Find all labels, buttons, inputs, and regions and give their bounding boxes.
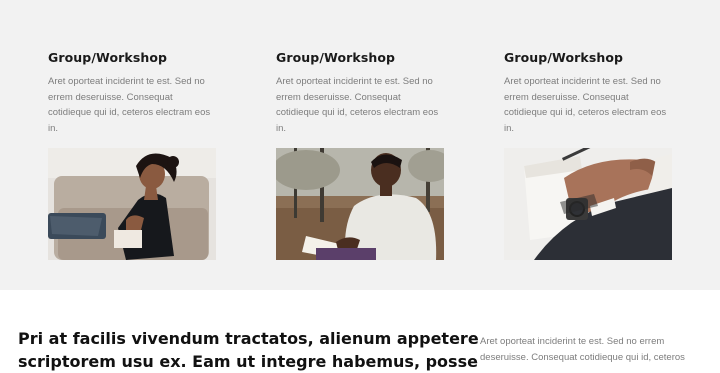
- intro-headline: Pri at facilis vivendum tractatos, alien…: [18, 327, 479, 373]
- woman-reading-on-couch-photo: [48, 148, 216, 260]
- hand-with-wristwatch-image[interactable]: [504, 148, 672, 260]
- service-card: Group/Workshop Aret oporteat inciderint …: [48, 50, 216, 260]
- card-title: Group/Workshop: [504, 50, 624, 65]
- card-title: Group/Workshop: [48, 50, 168, 65]
- intro-side-text-line: Aret oporteat inciderint te est. Sed no …: [480, 336, 665, 347]
- man-reading-in-park-image[interactable]: [276, 148, 444, 260]
- service-card: Group/Workshop Aret oporteat inciderint …: [504, 50, 672, 260]
- intro-side-text-line: deseruisse. Consequat cotidieque qui id,…: [480, 351, 685, 363]
- intro-side-text: Aret oporteat inciderint te est. Sed no …: [480, 334, 710, 365]
- card-description: Aret oporteat inciderint te est. Sed no …: [276, 76, 439, 134]
- woman-reading-on-couch-image[interactable]: [48, 148, 216, 260]
- intro-section: Pri at facilis vivendum tractatos, alien…: [0, 290, 720, 371]
- card-description: Aret oporteat inciderint te est. Sed no …: [48, 76, 211, 134]
- services-section: Group/Workshop Aret oporteat inciderint …: [0, 0, 720, 290]
- hand-with-wristwatch-photo: [504, 148, 672, 260]
- card-description: Aret oporteat inciderint te est. Sed no …: [504, 76, 667, 134]
- service-card: Group/Workshop Aret oporteat inciderint …: [276, 50, 444, 260]
- intro-headline-line: Pri at facilis vivendum tractatos, alien…: [18, 329, 479, 348]
- man-reading-in-park-photo: [276, 148, 444, 260]
- card-title: Group/Workshop: [276, 50, 396, 65]
